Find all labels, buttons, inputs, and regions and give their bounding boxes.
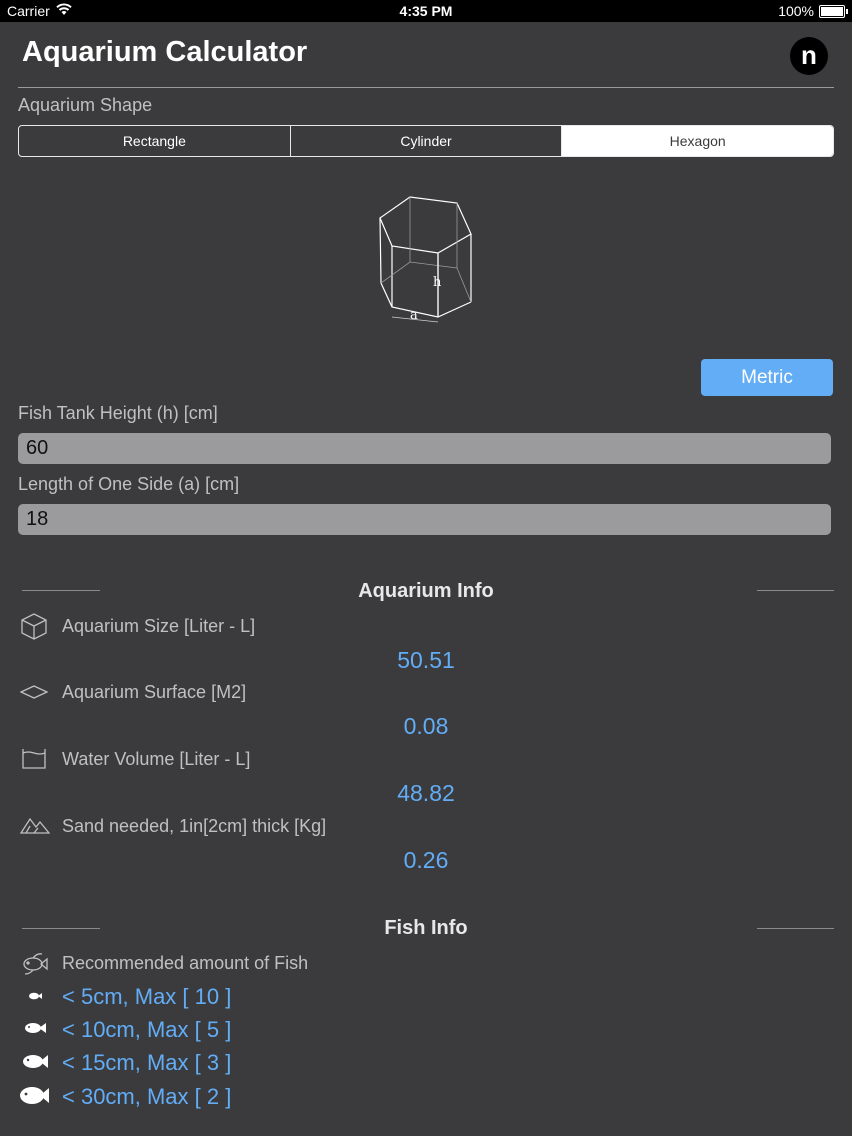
segment-hexagon[interactable]: Hexagon <box>562 126 833 156</box>
fish-row-10cm: < 10cm, Max [ 5 ] <box>62 1017 232 1042</box>
battery-icon <box>819 5 848 18</box>
aquarium-surface-label: Aquarium Surface [M2] <box>62 682 247 702</box>
fish-row-5cm: < 5cm, Max [ 10 ] <box>62 984 232 1009</box>
surface-icon <box>19 680 49 708</box>
header-divider <box>18 87 834 88</box>
aquarium-size-label: Aquarium Size [Liter - L] <box>62 616 256 636</box>
sand-icon <box>19 813 51 841</box>
small-fish-icon <box>28 989 42 1007</box>
aquarium-size-value: 50.51 <box>397 647 455 673</box>
status-bar: Carrier 4:35 PM 100% <box>0 0 852 22</box>
side-field-label: Length of One Side (a) [cm] <box>18 474 240 494</box>
large-fish-icon <box>22 1052 48 1076</box>
extra-large-fish-icon <box>19 1084 49 1112</box>
fish-section-divider-right <box>757 928 834 929</box>
shape-segmented-control: Rectangle Cylinder Hexagon <box>18 125 834 157</box>
aquarium-surface-value: 0.08 <box>403 713 449 739</box>
height-field-label: Fish Tank Height (h) [cm] <box>18 403 218 423</box>
water-volume-value: 48.82 <box>397 780 455 806</box>
app-logo-button[interactable]: n <box>790 37 828 75</box>
segment-cylinder[interactable]: Cylinder <box>291 126 563 156</box>
fish-row-15cm: < 15cm, Max [ 3 ] <box>62 1050 232 1075</box>
side-input[interactable]: 18 <box>18 504 831 535</box>
sand-needed-value: 0.26 <box>403 847 449 873</box>
clock: 4:35 PM <box>399 3 453 19</box>
water-volume-label: Water Volume [Liter - L] <box>62 749 251 769</box>
medium-fish-icon <box>24 1020 46 1041</box>
diagram-side-label: a <box>410 308 418 323</box>
aquarium-info-title: Aquarium Info <box>358 580 494 602</box>
fish-row-30cm: < 30cm, Max [ 2 ] <box>62 1084 232 1109</box>
recommended-fish-label: Recommended amount of Fish <box>62 953 309 973</box>
hexagon-prism-diagram: h a <box>372 190 480 326</box>
height-input[interactable]: 60 <box>18 433 831 464</box>
metric-units-button[interactable]: Metric <box>701 359 833 396</box>
fish-info-title: Fish Info <box>384 917 468 939</box>
water-volume-icon <box>20 746 48 774</box>
shape-label: Aquarium Shape <box>18 95 153 115</box>
battery-percentage: 100% <box>778 3 814 19</box>
cube-icon <box>20 612 48 640</box>
diagram-height-label: h <box>433 275 442 290</box>
app-title: Aquarium Calculator <box>22 36 308 68</box>
section-divider-right <box>757 590 834 591</box>
fish-tank-icon <box>20 950 48 978</box>
sand-needed-label: Sand needed, 1in[2cm] thick [Kg] <box>62 816 327 836</box>
segment-rectangle[interactable]: Rectangle <box>19 126 291 156</box>
